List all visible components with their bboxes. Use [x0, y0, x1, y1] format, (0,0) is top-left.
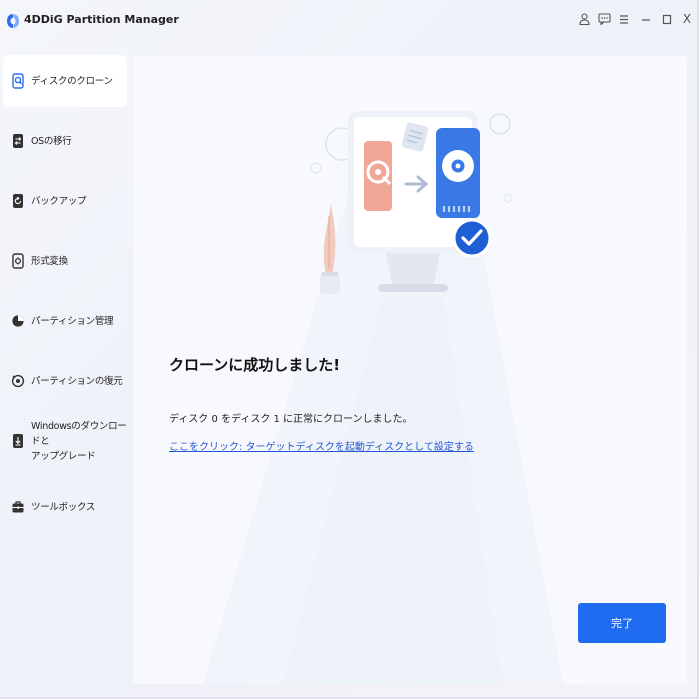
sidebar-item-label: バックアップ	[31, 195, 87, 207]
result-description: ディスク 0 をディスク 1 に正常にクローンしました。	[169, 414, 413, 425]
sidebar-item-os-migration[interactable]: OSの移行	[3, 115, 127, 167]
sidebar-item-label: パーティション管理	[31, 315, 114, 327]
sidebar-item-partition-manage[interactable]: パーティション管理	[3, 295, 127, 347]
format-convert-icon	[12, 253, 24, 269]
sidebar-item-backup[interactable]: バックアップ	[3, 175, 127, 227]
minimize-icon[interactable]	[639, 11, 653, 27]
sidebar-item-partition-recovery[interactable]: パーティションの復元	[3, 355, 127, 407]
done-button[interactable]: 完了	[578, 603, 666, 643]
toolbox-icon	[12, 501, 24, 513]
os-migration-icon	[13, 134, 23, 148]
sidebar-item-format-convert[interactable]: 形式変換	[3, 235, 127, 287]
maximize-icon[interactable]	[660, 11, 674, 27]
sidebar: ディスクのクローン OSの移行 バックアップ 形式変換 パーティション管理 パー…	[0, 52, 132, 692]
sidebar-item-label: 形式変換	[31, 255, 68, 267]
app-logo-icon	[7, 14, 19, 28]
set-boot-disk-link[interactable]: ここをクリック: ターゲットディスクを起動ディスクとして設定する	[169, 438, 474, 453]
main-panel: クローンに成功しました! ディスク 0 をディスク 1 に正常にクローンしました…	[133, 56, 687, 684]
partition-recovery-icon	[11, 374, 25, 388]
sidebar-item-toolbox[interactable]: ツールボックス	[3, 481, 127, 533]
menu-icon[interactable]	[617, 11, 631, 27]
close-icon[interactable]: X	[680, 11, 694, 27]
sidebar-item-label: ディスクのクローン	[31, 75, 113, 87]
clone-success-illustration	[310, 111, 513, 294]
backup-icon	[13, 194, 23, 208]
disk-clone-icon	[12, 73, 24, 89]
sidebar-item-disk-clone[interactable]: ディスクのクローン	[3, 55, 127, 107]
feedback-icon[interactable]	[597, 11, 611, 27]
partition-manage-icon	[12, 315, 24, 327]
title-bar: 4DDiG Partition Manager X	[0, 0, 699, 40]
account-icon[interactable]	[577, 11, 591, 27]
sidebar-item-label: パーティションの復元	[31, 375, 123, 387]
sidebar-item-label: OSの移行	[31, 135, 72, 147]
windows-download-icon	[13, 434, 23, 448]
sidebar-item-label: Windowsのダウンロードと アップグレード	[31, 420, 127, 462]
app-title: 4DDiG Partition Manager	[24, 13, 179, 26]
sidebar-item-windows-download[interactable]: Windowsのダウンロードと アップグレード	[3, 415, 127, 467]
page-title: クローンに成功しました!	[169, 356, 341, 374]
sidebar-item-label: ツールボックス	[31, 501, 96, 513]
